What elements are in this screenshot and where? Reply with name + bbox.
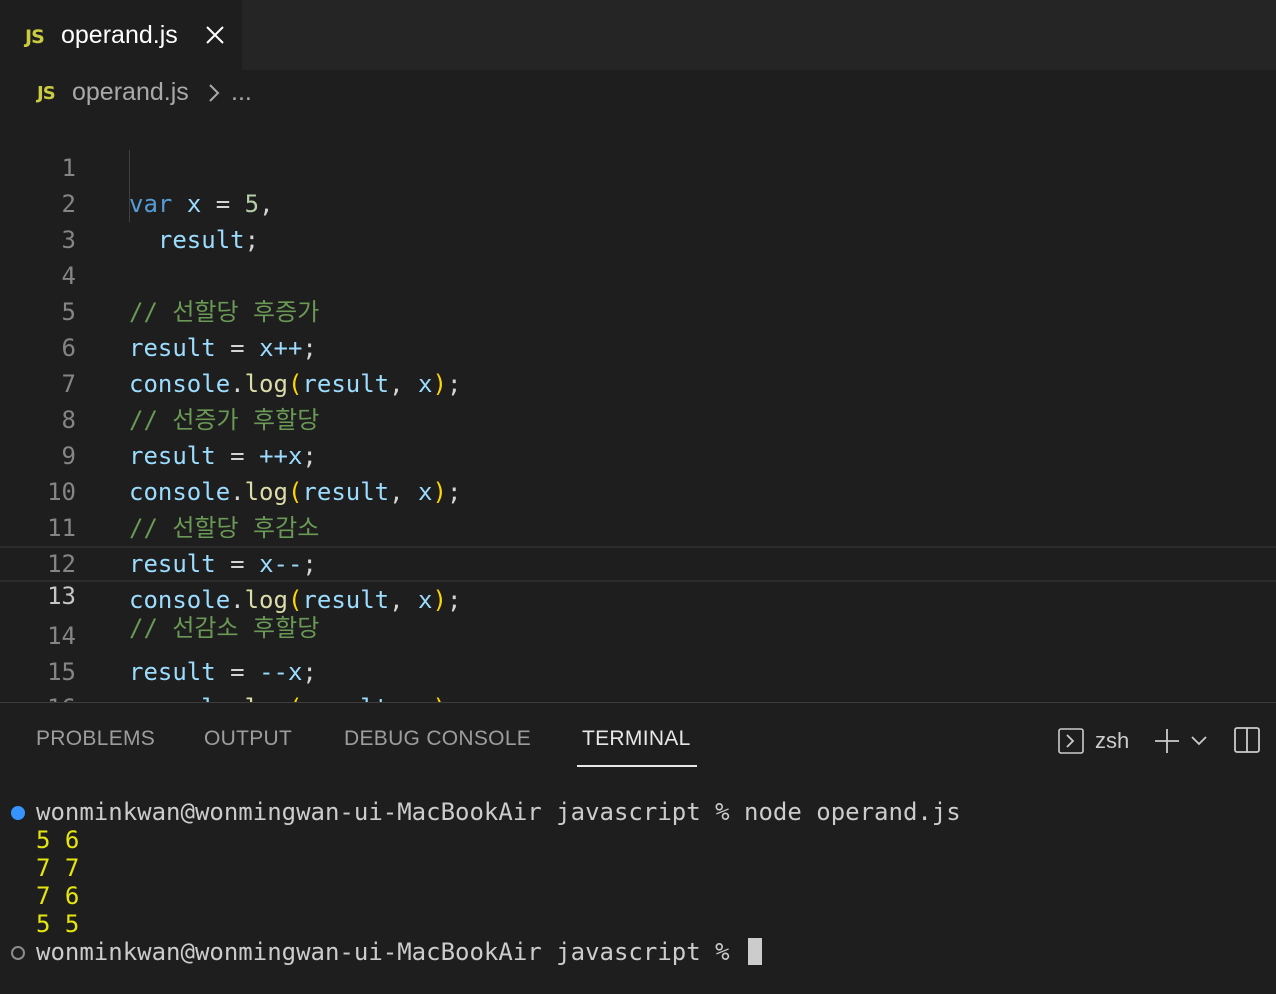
code-line[interactable]: 12 console.log(result, x); (0, 510, 1276, 614)
code-line[interactable]: 7 // 선증가 후할당 (0, 330, 1276, 434)
code-line[interactable]: 10 // 선할당 후감소 (0, 438, 1276, 542)
terminal-output-line: 7 7 (36, 854, 80, 882)
terminal-prompt: wonminkwan@wonmingwan-ui-MacBookAir java… (36, 938, 745, 966)
split-terminal-icon[interactable] (1233, 726, 1261, 754)
code-line[interactable]: 15 console.log(result, x); (0, 618, 1276, 722)
command-success-dot[interactable] (11, 806, 25, 820)
code-line[interactable]: 11 result = x--; (0, 474, 1276, 578)
code-line-current[interactable]: 13 // 선감소 후할당 (0, 546, 1276, 642)
terminal-output-line: 7 6 (36, 882, 80, 910)
code-line[interactable]: 9 console.log(result, x); (0, 402, 1276, 506)
chevron-right-icon (209, 84, 220, 102)
breadcrumb-more[interactable]: ... (231, 78, 252, 107)
terminal-prompt-line: wonminkwan@wonmingwan-ui-MacBookAir java… (36, 798, 961, 826)
code-line[interactable]: 16 (0, 654, 1276, 722)
active-tab-indicator (577, 765, 697, 767)
close-icon[interactable] (203, 23, 227, 47)
javascript-file-icon: JS (37, 83, 56, 104)
code-line[interactable]: 3 (0, 186, 1276, 254)
tab-terminal[interactable]: TERMINAL (582, 727, 691, 751)
code-line[interactable]: 14 result = --x; (0, 582, 1276, 686)
terminal-prompt-line[interactable]: wonminkwan@wonmingwan-ui-MacBookAir java… (36, 937, 763, 966)
code-line[interactable]: 6 console.log(result, x); (0, 294, 1276, 398)
shell-name[interactable]: zsh (1095, 728, 1129, 754)
tab-problems[interactable]: PROBLEMS (36, 727, 155, 751)
tab-output[interactable]: OUTPUT (204, 727, 292, 751)
javascript-file-icon: JS (25, 26, 45, 48)
terminal-icon[interactable] (1057, 727, 1085, 755)
editor-tab-bar: JS operand.js (0, 0, 1276, 70)
tab-debug-console[interactable]: DEBUG CONSOLE (344, 727, 531, 751)
bottom-panel: PROBLEMS OUTPUT DEBUG CONSOLE TERMINAL z… (0, 702, 1276, 994)
tab-operand-js[interactable]: JS operand.js (0, 0, 242, 70)
terminal-output-line: 5 5 (36, 910, 80, 938)
terminal-output-line: 5 6 (36, 826, 80, 854)
code-line[interactable]: 5 result = x++; (0, 258, 1276, 362)
terminal-cursor (748, 937, 763, 965)
code-line[interactable]: 2 result; (0, 150, 1276, 254)
chevron-down-icon[interactable] (1190, 733, 1208, 749)
code-line[interactable]: 4 // 선할당 후증가 (0, 222, 1276, 326)
breadcrumb: JS operand.js ... (0, 70, 1276, 114)
plus-icon[interactable] (1153, 727, 1181, 755)
command-pending-dot (11, 946, 25, 960)
code-line[interactable]: 8 result = ++x; (0, 366, 1276, 470)
breadcrumb-file[interactable]: operand.js (72, 78, 189, 107)
tab-title: operand.js (61, 21, 178, 49)
code-editor[interactable]: 1 var x = 5, 2 result; 3 4 // 선할당 후증가 5 … (0, 114, 1276, 722)
code-line[interactable]: 1 var x = 5, (0, 114, 1276, 218)
